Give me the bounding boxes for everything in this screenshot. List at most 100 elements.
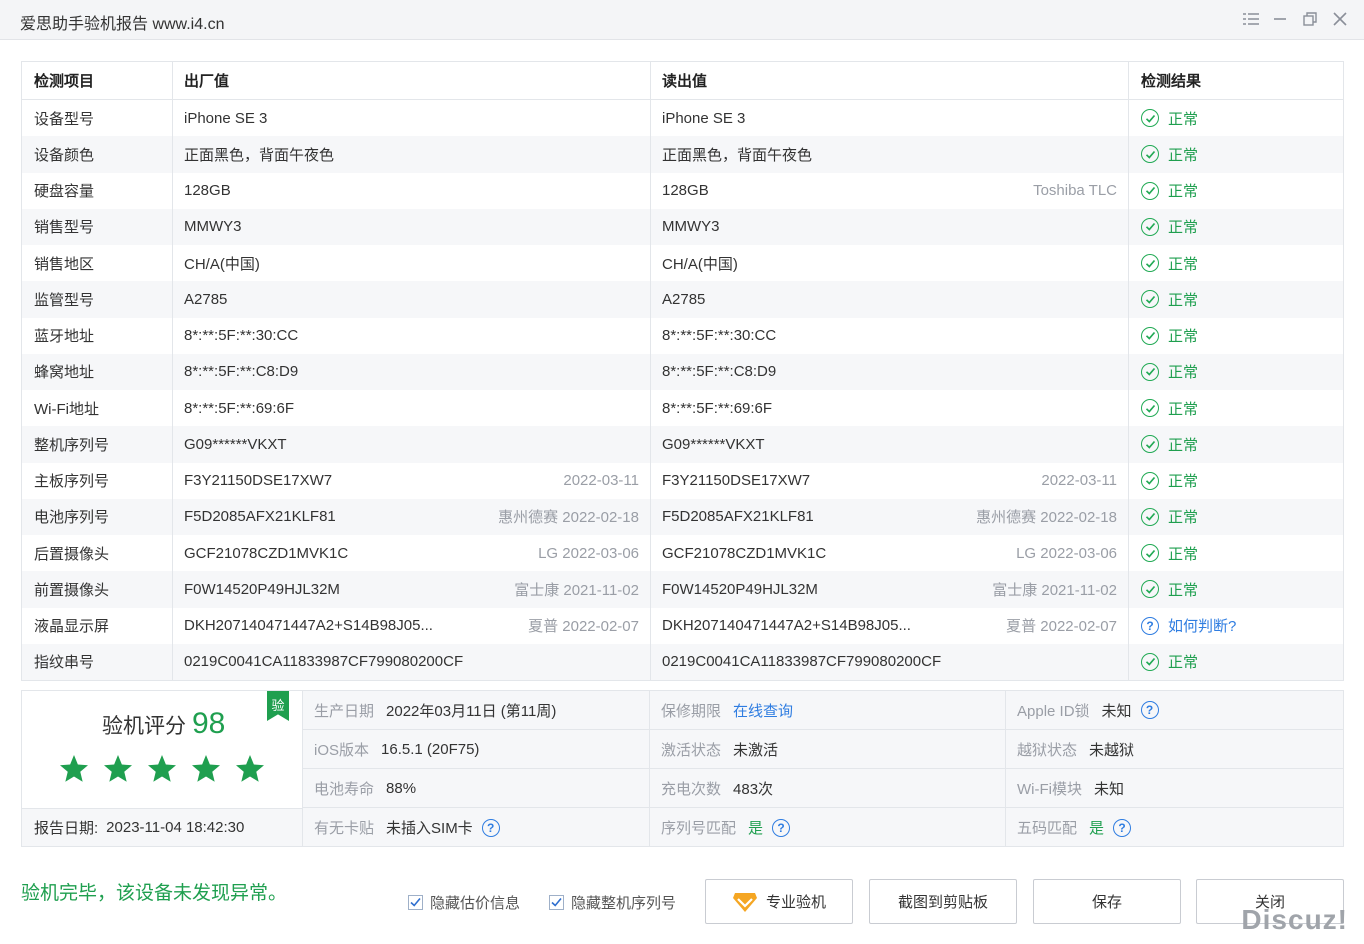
item-name: 前置摄像头: [22, 571, 173, 608]
help-icon[interactable]: ?: [772, 818, 791, 837]
item-name: 硬盘容量: [22, 172, 173, 209]
factory-value-cell: CH/A(中国): [173, 245, 651, 282]
verify-badge: 验: [267, 691, 289, 721]
star-icon: [190, 753, 222, 785]
activation-status: 激活状态 未激活: [650, 730, 1006, 768]
result-cell: 正常: [1129, 426, 1343, 462]
status-message: 验机完毕，该设备未发现异常。: [21, 883, 288, 904]
table-row: 设备颜色 正面黑色，背面午夜色 正面黑色，背面午夜色 正常: [22, 136, 1343, 173]
result-text: 正常: [1168, 255, 1199, 273]
checkbox-checked-icon[interactable]: [408, 895, 423, 910]
factory-value: CH/A(中国): [184, 255, 260, 273]
result-text: 正常: [1168, 219, 1199, 237]
factory-value: DKH207140471447A2+S14B98J05...: [184, 617, 433, 635]
factory-value: 8*:**:5F:**:30:CC: [184, 327, 299, 345]
factory-value-cell: MMWY3: [173, 208, 651, 245]
read-value-cell: 8*:**:5F:**:69:6F: [651, 390, 1129, 427]
check-circle-icon: [1141, 652, 1159, 671]
watermark: Discuz!: [1241, 904, 1348, 935]
item-name: 设备型号: [22, 100, 173, 137]
factory-note: LG 2022-03-06: [538, 544, 639, 562]
table-row: 指纹串号 0219C0041CA11833987CF799080200CF 0219…: [22, 643, 1343, 680]
score-value: 98: [192, 707, 226, 740]
read-value: 8*:**:5F:**:69:6F: [662, 399, 773, 417]
result-text: 正常: [1168, 146, 1199, 164]
factory-value-cell: DKH207140471447A2+S14B98J05... 夏普 2022-02…: [173, 607, 651, 644]
pro-check-button[interactable]: 专业验机: [705, 879, 853, 924]
result-link[interactable]: 如何判断?: [1168, 615, 1236, 636]
result-text: 正常: [1168, 509, 1199, 527]
result-cell: ? 如何判断?: [1129, 608, 1343, 644]
table-row: 蓝牙地址 8*:**:5F:**:30:CC 8*:**:5F:**:30:CC 正常: [22, 317, 1343, 354]
read-note: 2022-03-11: [1041, 472, 1117, 490]
device-info: 生产日期 2022年03月11日 (第11周) 保修期限 在线查询 Apple ID…: [303, 691, 1343, 847]
result-cell: 正常: [1129, 173, 1343, 209]
read-value: MMWY3: [662, 218, 720, 236]
result-cell: 正常: [1129, 499, 1343, 535]
factory-note: 惠州德赛 2022-02-18: [498, 509, 639, 527]
factory-value: 8*:**:5F:**:69:6F: [184, 399, 295, 417]
factory-value: F3Y21150DSE17XW7: [184, 472, 333, 490]
warranty-query-link[interactable]: 在线查询: [733, 700, 793, 721]
table-row: 设备型号 iPhone SE 3 iPhone SE 3 正常: [22, 100, 1343, 137]
result-cell: 正常: [1129, 644, 1343, 680]
table-row: 前置摄像头 F0W14520P49HJL32M 富士康 2021-11-02 F0W1…: [22, 571, 1343, 608]
read-value-cell: 128GB Toshiba TLC: [651, 172, 1129, 209]
score-box: 验 验机评分 98: [22, 691, 303, 808]
minimize-icon[interactable]: [1269, 8, 1291, 30]
five-code-match: 五码匹配是?: [1006, 808, 1343, 847]
factory-value-cell: iPhone SE 3: [173, 100, 651, 137]
close-icon[interactable]: [1329, 8, 1351, 30]
battery-life: 电池寿命 88%: [303, 769, 650, 807]
charge-count: 充电次数 483次: [650, 769, 1006, 807]
result-cell: 正常: [1129, 354, 1343, 390]
question-icon[interactable]: ?: [1141, 616, 1159, 635]
apple-id-lock: Apple ID锁 未知?: [1006, 691, 1343, 729]
read-value-cell: F0W14520P49HJL32M 富士康 2021-11-02: [651, 571, 1129, 608]
restore-icon[interactable]: [1299, 8, 1321, 30]
star-icon: [146, 753, 178, 785]
read-value: F0W14520P49HJL32M: [662, 580, 818, 598]
table-row: 监管型号 A2785 A2785 正常: [22, 281, 1343, 318]
menu-icon[interactable]: [1240, 8, 1262, 30]
copy-screenshot-button[interactable]: 截图到剪贴板: [869, 879, 1017, 924]
check-circle-icon: [1141, 362, 1159, 381]
result-text: 正常: [1168, 291, 1199, 309]
check-circle-icon: [1141, 544, 1159, 563]
factory-note: 富士康 2021-11-02: [514, 581, 639, 599]
factory-value-cell: F3Y21150DSE17XW7 2022-03-11: [173, 462, 651, 499]
warranty: 保修期限 在线查询: [650, 691, 1006, 729]
factory-value: F0W14520P49HJL32M: [184, 580, 340, 598]
checkbox-checked-icon[interactable]: [549, 895, 564, 910]
save-button[interactable]: 保存: [1033, 879, 1181, 924]
item-name: Wi-Fi地址: [22, 390, 173, 427]
hide-price-label: 隐藏估价信息: [430, 895, 521, 912]
help-icon[interactable]: ?: [481, 818, 500, 837]
info-row: 电池寿命 88% 充电次数 483次 Wi-Fi模块 未知: [303, 769, 1343, 808]
factory-value-cell: F5D2085AFX21KLF81 惠州德赛 2022-02-18: [173, 498, 651, 535]
result-text: 正常: [1168, 473, 1199, 491]
header-read: 读出值: [651, 62, 1129, 99]
read-value: 8*:**:5F:**:30:CC: [662, 327, 777, 345]
read-note: Toshiba TLC: [1033, 182, 1117, 200]
hide-price-checkbox[interactable]: 隐藏估价信息: [408, 892, 520, 913]
help-icon[interactable]: ?: [1140, 701, 1159, 719]
factory-value: 8*:**:5F:**:C8:D9: [184, 363, 299, 381]
help-icon[interactable]: ?: [1113, 818, 1132, 837]
hide-serial-checkbox[interactable]: 隐藏整机序列号: [549, 892, 676, 913]
result-text: 正常: [1168, 110, 1199, 128]
check-circle-icon: [1141, 326, 1159, 345]
item-name: 蓝牙地址: [22, 317, 173, 354]
result-cell: 正常: [1129, 318, 1343, 354]
factory-value-cell: A2785: [173, 281, 651, 318]
factory-value-cell: 8*:**:5F:**:30:CC: [173, 317, 651, 354]
table-row: 后置摄像头 GCF21078CZD1MVK1C LG 2022-03-06 GCF21…: [22, 535, 1343, 572]
result-text: 正常: [1168, 545, 1199, 563]
read-value-cell: MMWY3: [651, 208, 1129, 245]
serial-match: 序列号匹配是?: [650, 808, 1006, 847]
factory-value: 128GB: [184, 182, 231, 200]
factory-value: 正面黑色，背面午夜色: [184, 146, 335, 164]
factory-value-cell: GCF21078CZD1MVK1C LG 2022-03-06: [173, 535, 651, 572]
info-row: 生产日期 2022年03月11日 (第11周) 保修期限 在线查询 Apple ID…: [303, 691, 1343, 730]
score-line: 验机评分 98: [102, 707, 225, 741]
